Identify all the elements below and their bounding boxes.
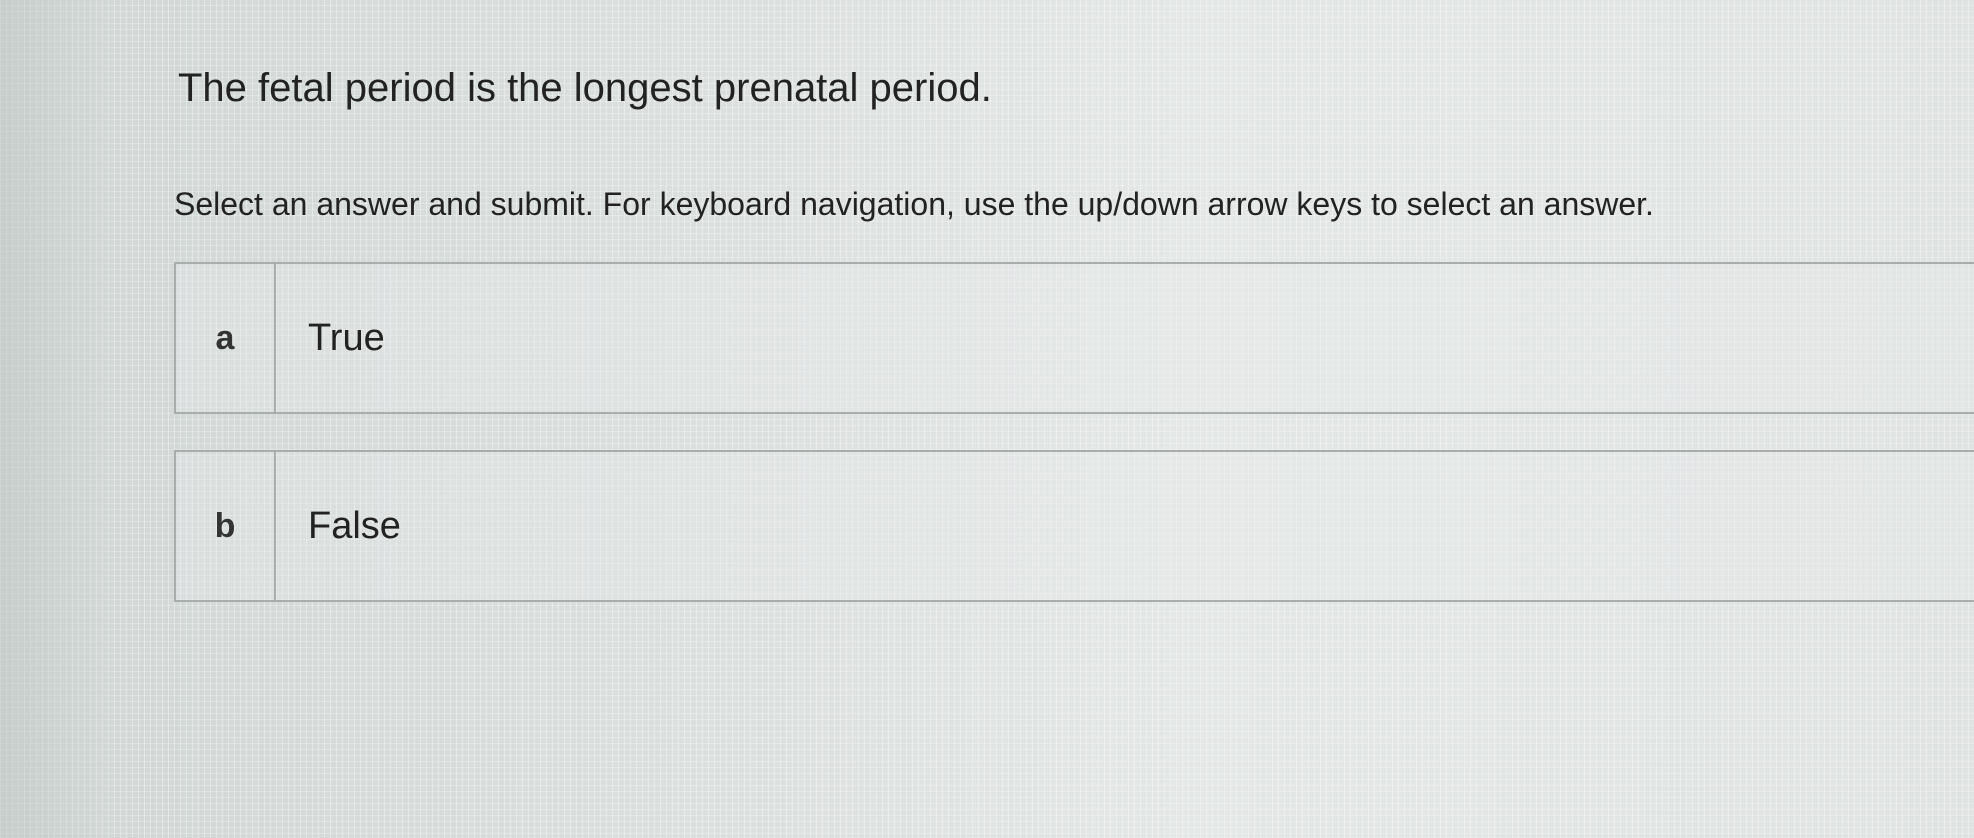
answer-option-a[interactable]: a True: [174, 262, 1974, 414]
option-label: False: [308, 504, 401, 547]
answer-instructions: Select an answer and submit. For keyboar…: [174, 186, 1654, 222]
option-label: True: [308, 316, 385, 359]
question-panel: The fetal period is the longest prenatal…: [0, 0, 1974, 838]
answer-options-list: a True b False: [174, 262, 1974, 602]
option-letter: a: [176, 264, 276, 412]
option-letter: b: [176, 452, 276, 600]
question-title: The fetal period is the longest prenatal…: [178, 66, 992, 110]
answer-option-b[interactable]: b False: [174, 450, 1974, 602]
